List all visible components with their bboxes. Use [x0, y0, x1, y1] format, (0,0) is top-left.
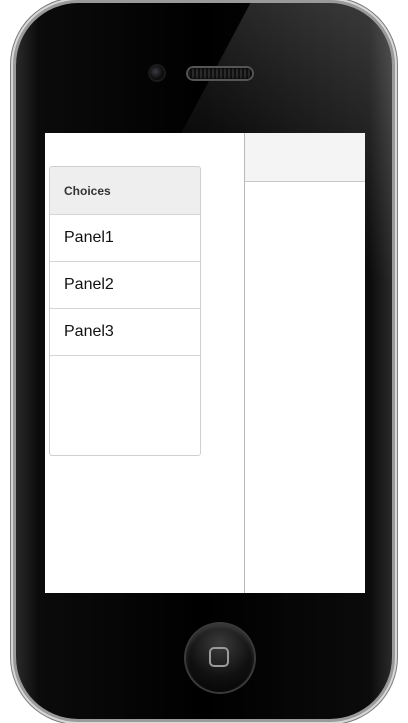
home-button[interactable]: [186, 624, 254, 692]
choices-header: Choices: [50, 167, 200, 215]
speaker-grille: [188, 68, 252, 79]
camera-icon: [150, 66, 164, 80]
choice-item-panel1[interactable]: Panel1: [50, 215, 200, 262]
choices-panel: Choices Panel1 Panel2 Panel3: [49, 166, 201, 456]
home-square-icon: [209, 647, 229, 667]
detail-toolbar: [245, 133, 365, 182]
detail-pane: [245, 133, 365, 593]
phone-screen: Choices Panel1 Panel2 Panel3: [45, 133, 365, 593]
choice-item-panel3[interactable]: Panel3: [50, 309, 200, 356]
master-pane: Choices Panel1 Panel2 Panel3: [45, 133, 245, 593]
choice-item-panel2[interactable]: Panel2: [50, 262, 200, 309]
